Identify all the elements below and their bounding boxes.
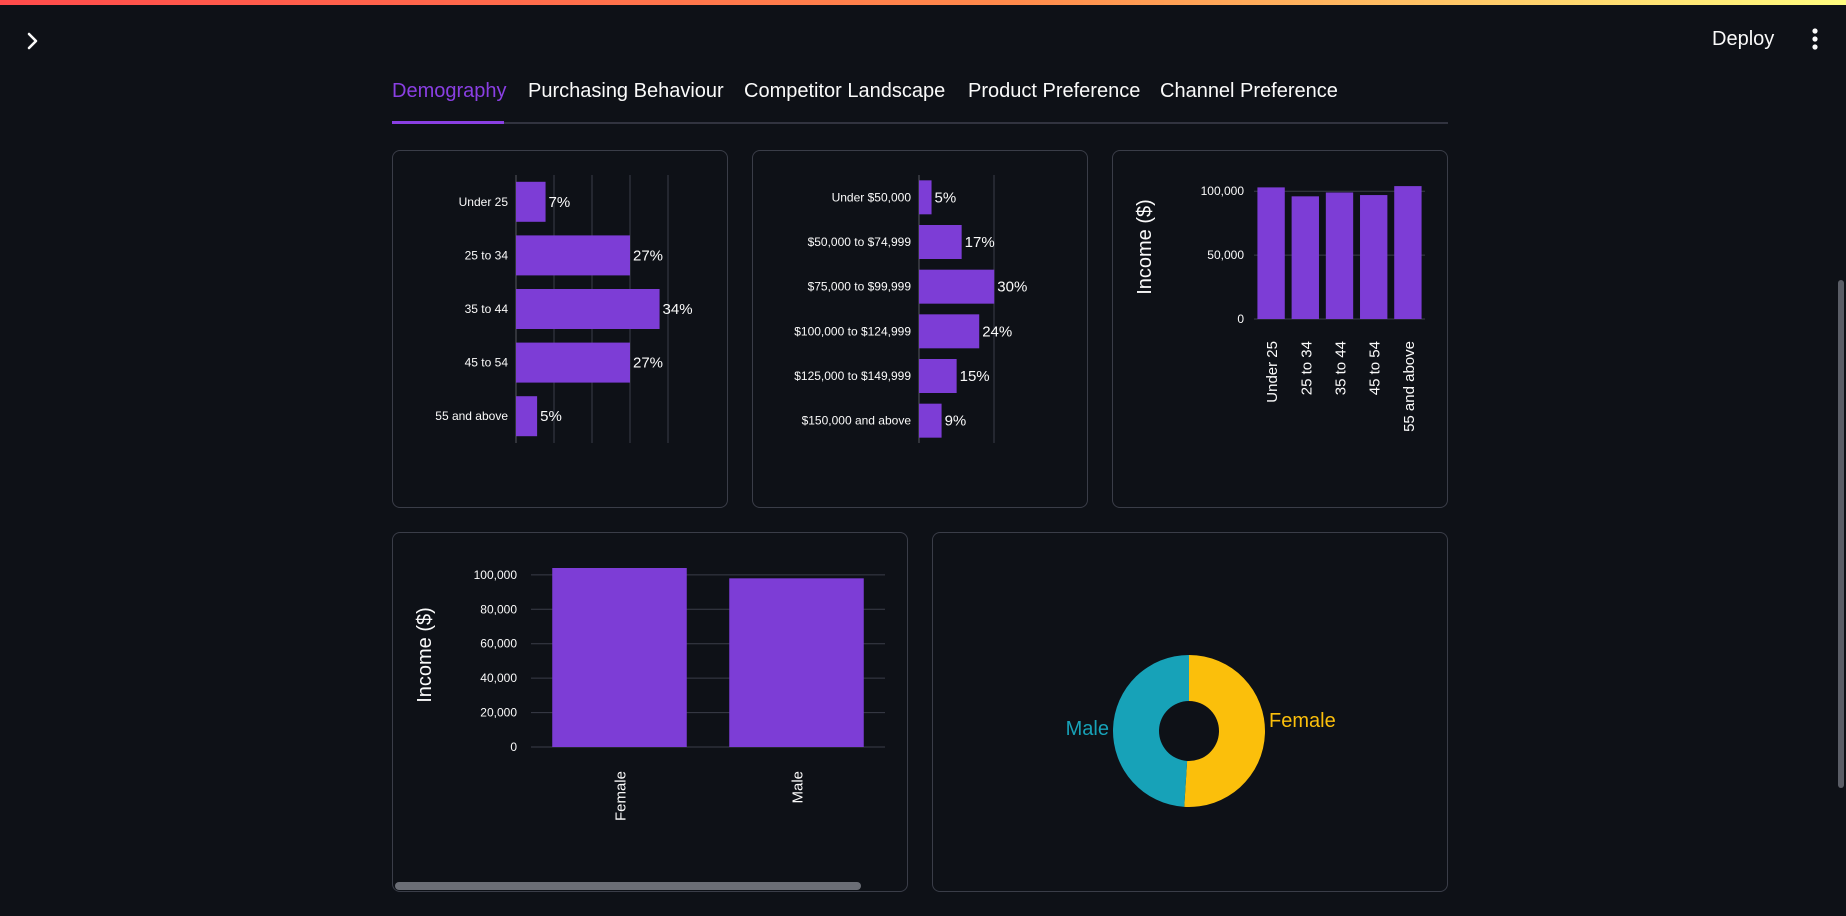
bar	[1291, 196, 1319, 319]
y-tick-label: 80,000	[480, 602, 517, 616]
data-label: 30%	[997, 279, 1027, 296]
donut-slice	[1112, 655, 1189, 807]
active-tab-indicator	[392, 121, 504, 124]
category-tick-label: Under 25	[459, 195, 509, 209]
x-tick-label: Under 25	[1264, 341, 1281, 403]
income-by-age-chart[interactable]: 0 50,000 100,000 Under 25 25 to 34 35 to 44 45…	[1113, 151, 1447, 507]
y-tick-label: 60,000	[480, 637, 517, 651]
bar	[919, 314, 980, 349]
bar	[516, 235, 630, 276]
y-tick-label: 100,000	[1201, 184, 1245, 198]
income-by-age-card: 0 50,000 100,000 Under 25 25 to 34 35 to 44 45…	[1112, 150, 1448, 508]
bar	[729, 578, 864, 747]
gender-split-card: Female Male	[932, 532, 1448, 892]
y-axis-title: Income ($)	[1134, 199, 1156, 295]
category-tick-label: $150,000 and above	[802, 414, 912, 428]
x-tick-label: 45 to 54	[1367, 341, 1384, 395]
category-tick-label: 45 to 54	[465, 356, 509, 370]
data-label: 24%	[982, 323, 1012, 340]
x-tick-label: 25 to 34	[1298, 341, 1315, 395]
income-by-gender-card: 0 20,000 40,000 60,000 80,000 100,000 Female Ma…	[392, 532, 908, 892]
donut-slice	[1184, 655, 1265, 807]
gender-split-donut-chart[interactable]: Female Male	[933, 533, 1447, 891]
y-tick-label: 40,000	[480, 671, 517, 685]
income-distribution-card: Under $50,000 5% $50,000 to $74,999 17% $75,…	[752, 150, 1088, 508]
bar	[516, 342, 630, 383]
deploy-button[interactable]: Deploy	[1700, 22, 1786, 56]
income-distribution-chart[interactable]: Under $50,000 5% $50,000 to $74,999 17% $75,…	[753, 151, 1087, 507]
y-tick-label: 50,000	[1207, 248, 1244, 262]
bar	[919, 269, 995, 304]
y-tick-label: 0	[1237, 312, 1244, 326]
bar	[919, 180, 932, 215]
tab-competitor-landscape[interactable]: Competitor Landscape	[744, 80, 945, 103]
more-options-icon[interactable]	[1798, 22, 1832, 56]
bar	[516, 181, 546, 222]
data-label: 15%	[960, 368, 990, 385]
x-tick-label: Male	[790, 771, 807, 804]
data-label: 5%	[935, 189, 957, 206]
bar	[1257, 187, 1285, 319]
data-label: 17%	[965, 234, 995, 251]
bar	[1360, 195, 1388, 319]
tab-demography[interactable]: Demography	[392, 80, 507, 103]
data-label: 5%	[540, 408, 562, 425]
category-tick-label: 35 to 44	[465, 302, 509, 316]
x-tick-label: 55 and above	[1401, 341, 1418, 432]
bar	[552, 568, 687, 747]
tab-channel-preference[interactable]: Channel Preference	[1160, 80, 1338, 103]
bar	[919, 225, 962, 259]
age-distribution-card: Under 25 7% 25 to 34 27% 35 to 44 34% 45 to 54…	[392, 150, 728, 508]
category-tick-label: $75,000 to $99,999	[808, 280, 912, 294]
bar	[1394, 186, 1422, 319]
data-label: 9%	[945, 413, 967, 430]
tab-purchasing-behaviour[interactable]: Purchasing Behaviour	[528, 80, 724, 103]
age-distribution-chart[interactable]: Under 25 7% 25 to 34 27% 35 to 44 34% 45 to 54…	[393, 151, 727, 507]
top-decoration-bar	[0, 0, 1846, 5]
slice-label: Male	[1066, 718, 1109, 740]
tab-product-preference[interactable]: Product Preference	[968, 80, 1140, 103]
bar	[516, 396, 538, 437]
category-tick-label: $50,000 to $74,999	[808, 235, 912, 249]
y-tick-label: 0	[510, 740, 517, 754]
category-tick-label: 25 to 34	[465, 248, 509, 262]
data-label: 27%	[633, 355, 663, 372]
bar	[919, 359, 957, 393]
chevron-right-icon[interactable]	[18, 26, 48, 56]
bar	[516, 289, 660, 329]
tab-bar-divider	[392, 122, 1448, 124]
x-tick-label: 35 to 44	[1333, 341, 1350, 395]
tab-bar: Demography Purchasing Behaviour Competit…	[392, 76, 1448, 124]
y-tick-label: 100,000	[474, 568, 518, 582]
bar	[919, 403, 942, 438]
x-tick-label: Female	[613, 771, 630, 821]
income-by-gender-chart[interactable]: 0 20,000 40,000 60,000 80,000 100,000 Female Ma…	[393, 533, 907, 891]
horizontal-scrollbar[interactable]	[395, 882, 861, 890]
bar	[1325, 192, 1354, 319]
y-tick-label: 20,000	[480, 706, 517, 720]
y-axis-title: Income ($)	[414, 607, 436, 703]
category-tick-label: Under $50,000	[832, 190, 912, 204]
vertical-scrollbar[interactable]	[1838, 280, 1844, 788]
slice-label: Female	[1269, 710, 1336, 732]
category-tick-label: $100,000 to $124,999	[794, 324, 911, 338]
category-tick-label: 55 and above	[435, 409, 508, 423]
category-tick-label: $125,000 to $149,999	[794, 369, 911, 383]
data-label: 7%	[549, 194, 571, 211]
data-label: 27%	[633, 247, 663, 264]
data-label: 34%	[663, 301, 693, 318]
